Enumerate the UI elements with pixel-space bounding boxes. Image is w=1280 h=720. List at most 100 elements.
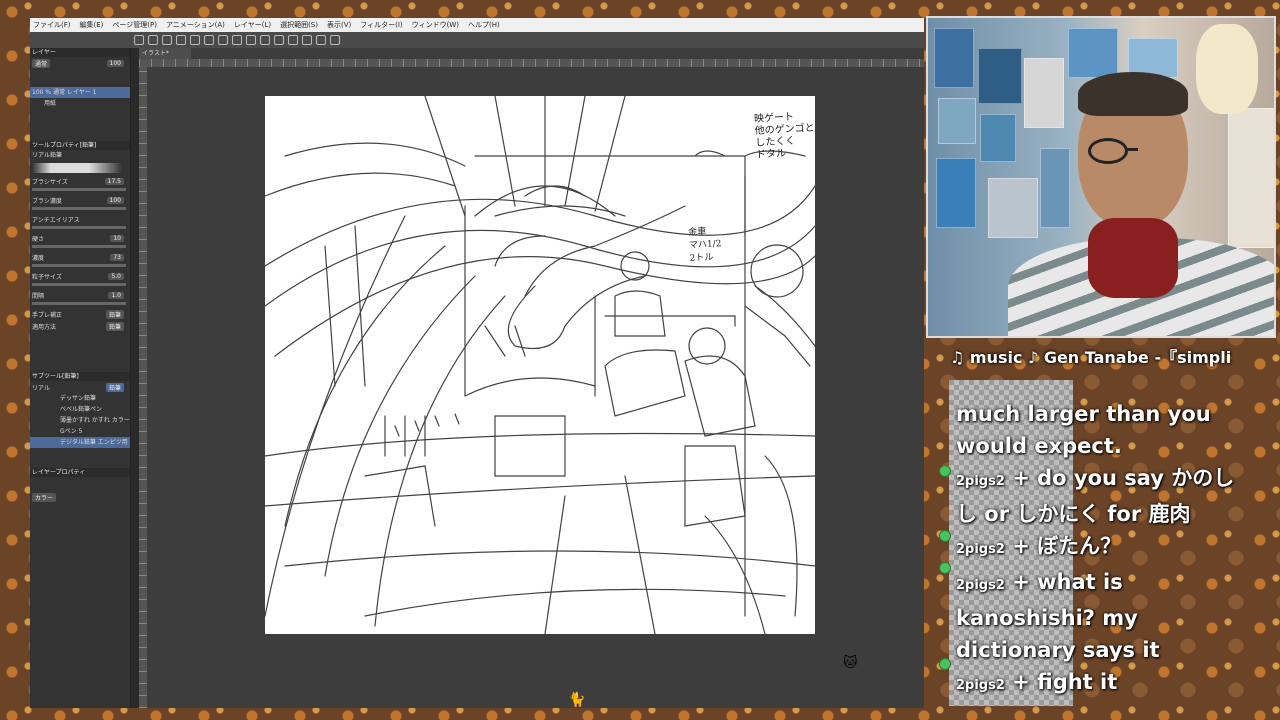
save-icon[interactable] [162,35,172,45]
ruler-icon[interactable] [288,35,298,45]
chat-username: 2pigs2 [956,474,1005,489]
ruler-top [139,59,924,67]
prop-slider[interactable] [32,226,126,229]
chat-message: much larger than you would expect. [950,398,1246,462]
blend-row: 通常 100 [30,57,130,69]
prop-label: 粒子サイズ [32,273,62,281]
prop-row[interactable]: 手ブレ補正 鉛筆 [30,308,130,320]
prop-slider[interactable] [32,207,126,210]
menu-window[interactable]: ウィンドウ(W) [412,20,459,30]
prop-row[interactable]: ブラシ濃度 100 [30,194,130,206]
chat-message: 2pigs2 + ぼたん？ [956,534,1122,558]
prop-value[interactable]: 100 [106,196,124,204]
invert-icon[interactable] [260,35,270,45]
drawing-canvas[interactable]: 映ゲート 他のゲンゴとか したくく ドタル 金車 マハ1/2 2トル [265,96,815,634]
menu-view[interactable]: 表示(V) [327,20,351,30]
layer-item-1[interactable]: 100 % 通常 レイヤー 1 [30,87,130,98]
prop-row[interactable]: 間隔 1.0 [30,289,130,301]
prop-value[interactable]: 鉛筆 [105,309,124,319]
sketch-strokes [265,96,815,634]
plush-toy [1196,24,1258,114]
menu-file[interactable]: ファイル(F) [33,20,71,30]
open-icon[interactable] [148,35,158,45]
edit-icon[interactable] [316,35,326,45]
prop-row[interactable]: アンチエイリアス [30,213,130,225]
sub-tool-tab[interactable]: リアル [32,383,50,392]
prop-slider[interactable] [32,245,126,248]
blend-mode-select[interactable]: 通常 [32,58,51,68]
wall-poster [1024,58,1064,128]
redo-icon[interactable] [190,35,200,45]
prop-value[interactable]: 10 [110,234,124,242]
color-select[interactable]: カラー [32,492,57,502]
menu-filter[interactable]: フィルター(I) [360,20,402,30]
prop-row[interactable]: ブラシサイズ 17.5 [30,175,130,187]
sub-tool-tab[interactable]: 鉛筆 [105,382,124,392]
prop-value[interactable]: 17.5 [104,177,124,185]
layer-property-title: レイヤープロパティ [30,468,130,477]
chat-text: fight it [1037,670,1118,694]
brush-preview [32,163,127,173]
brush-item[interactable]: Gペン 5 [30,426,130,437]
menu-bar: ファイル(F) 編集(E) ページ管理(P) アニメーション(A) レイヤー(L… [30,18,924,32]
prop-value[interactable]: 鉛筆 [105,321,124,331]
brush-item[interactable]: ベベル鉛筆ペン [30,404,130,415]
menu-help[interactable]: ヘルプ(H) [468,20,500,30]
brush-item[interactable]: デジタル鉛筆 エンピツ用 [30,437,130,448]
prop-value[interactable]: 5.0 [108,272,124,280]
prop-slider[interactable] [32,302,126,305]
crop-icon[interactable] [274,35,284,45]
chat-message: 2pigs2 + do you say かのしし or しかにく for 鹿肉 [956,466,1235,526]
brush-item[interactable]: デッサン鉛筆 [30,393,130,404]
prop-label: 間隔 [32,292,45,300]
prop-row[interactable]: 適用方法 鉛筆 [30,320,130,332]
layer-item-paper[interactable]: 用紙 [30,98,130,109]
prop-row[interactable]: 濃度 73 [30,251,130,263]
wall-poster [938,98,976,144]
prop-value[interactable]: 73 [110,253,124,261]
menu-edit[interactable]: 編集(E) [80,20,104,30]
prop-value[interactable]: 1.0 [108,291,124,299]
ruler-left [139,67,147,708]
prop-row[interactable]: 硬さ 10 [30,232,130,244]
canvas-tab[interactable]: イラスト* [139,48,191,59]
new-file-icon[interactable] [134,35,144,45]
note-top-right: 映ゲート 他のゲンゴとか したくく ドタル [753,111,815,161]
chat-text: ぼたん？ [1037,534,1122,558]
sub-tool-tabs: リアル 鉛筆 [30,381,130,393]
help-icon[interactable] [330,35,340,45]
clip-studio-window: ファイル(F) 編集(E) ページ管理(P) アニメーション(A) レイヤー(L… [30,18,924,708]
layer-panel-title: レイヤー [30,48,130,57]
deselect-icon[interactable] [246,35,256,45]
prop-slider[interactable] [32,188,126,191]
transform-icon[interactable] [232,35,242,45]
menu-selection[interactable]: 選択範囲(S) [280,20,318,30]
wall-poster [988,178,1038,238]
prop-label: 適用方法 [32,323,57,331]
bookshelf [1228,108,1274,248]
prop-label: 硬さ [32,235,45,243]
prop-row[interactable]: 粒子サイズ 5.0 [30,270,130,282]
prop-slider[interactable] [32,283,126,286]
glasses [1088,138,1128,164]
prop-label: ブラシサイズ [32,178,68,186]
wall-poster [936,158,976,228]
menu-layer[interactable]: レイヤー(L) [234,20,271,30]
pen-icon[interactable] [302,35,312,45]
prop-slider[interactable] [32,264,126,267]
undo-icon[interactable] [176,35,186,45]
menu-animation[interactable]: アニメーション(A) [166,20,225,30]
chat-badge-icon [939,530,951,542]
opacity-value[interactable]: 100 [106,59,124,67]
cat-sprite-icon: 🐈 [568,692,586,708]
cat-sprite-icon: 🐱 [843,655,858,671]
note-middle: 金車 マハ1/2 2トル [688,226,722,264]
clear-icon[interactable] [204,35,214,45]
brush-item[interactable]: 薄墨かすれ かすれ カラー [30,415,130,426]
prop-label: 濃度 [32,254,45,262]
tool-strip [131,48,139,708]
color-row: カラー [30,491,130,503]
menu-page[interactable]: ページ管理(P) [112,20,157,30]
person-hair [1078,72,1188,116]
fill-icon[interactable] [218,35,228,45]
